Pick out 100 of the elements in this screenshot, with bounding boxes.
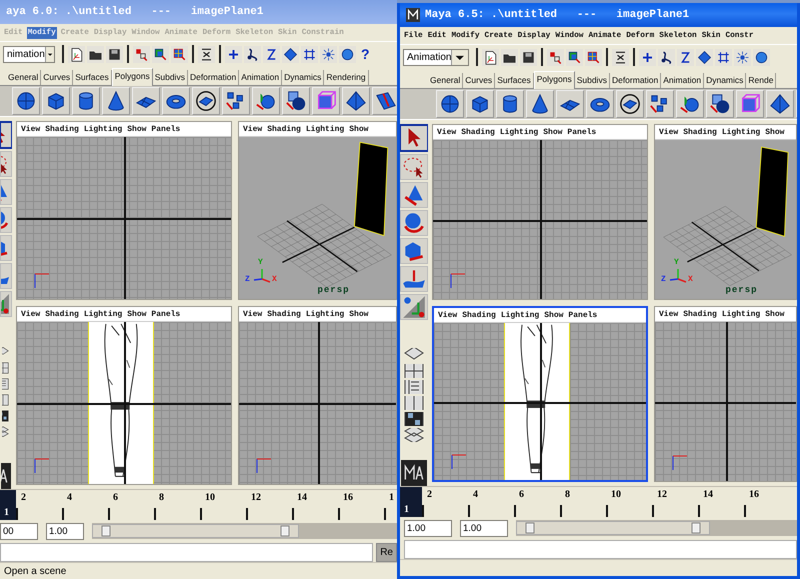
caret-icon[interactable]: [451, 50, 468, 64]
burst-icon[interactable]: [321, 46, 336, 62]
cube-sphere-arrow-icon[interactable]: [285, 90, 307, 112]
panel-menu[interactable]: Shading: [462, 310, 496, 320]
panel-menu[interactable]: Shading: [267, 124, 301, 134]
hierarchy-icon[interactable]: [548, 50, 563, 64]
panel-menu[interactable]: View: [438, 310, 458, 320]
viewport-panel[interactable]: View Shading Lighting Show: [238, 306, 397, 485]
panel-menu[interactable]: Lighting: [84, 310, 122, 318]
slider-handle-icon[interactable]: [690, 522, 701, 534]
panel-menu[interactable]: View: [243, 124, 262, 134]
cube-outline-icon[interactable]: [739, 93, 761, 115]
pyramid-icon[interactable]: [345, 90, 367, 112]
panel-menu[interactable]: Shading: [461, 128, 495, 136]
manipulator-icon[interactable]: [401, 295, 427, 319]
single-pane-layout-icon[interactable]: [402, 348, 426, 362]
panel-menu[interactable]: Shading: [45, 124, 79, 134]
panel-menu[interactable]: Shading: [267, 310, 301, 318]
two-pane-layout-icon[interactable]: [402, 396, 426, 410]
slider-handle-icon[interactable]: [525, 522, 535, 534]
viewport-panel[interactable]: View Shading Lighting Show Panels: [16, 306, 232, 485]
cube-outline-icon[interactable]: [315, 90, 337, 112]
panel-menu[interactable]: View: [659, 310, 678, 318]
viewport-panel[interactable]: View Shading Lighting Show: [654, 306, 797, 482]
current-frame-marker[interactable]: 1: [0, 490, 16, 520]
diamond-icon[interactable]: [283, 46, 298, 62]
cone-icon[interactable]: [529, 93, 551, 115]
panel-menu[interactable]: Show: [349, 310, 368, 318]
shelf-tab[interactable]: Polygons: [112, 68, 153, 86]
component-icon[interactable]: [586, 50, 601, 64]
range-field[interactable]: 1.00: [460, 520, 508, 536]
panel-menu[interactable]: Show: [765, 128, 784, 136]
panel-menu[interactable]: View: [437, 128, 456, 136]
panel-menu[interactable]: Show: [127, 124, 146, 134]
object-icon[interactable]: [567, 50, 582, 64]
grid-snap-icon[interactable]: [716, 50, 731, 64]
diamond-icon[interactable]: [697, 50, 712, 64]
slider-handle-icon[interactable]: [280, 525, 290, 537]
document-icon[interactable]: [483, 50, 498, 64]
help-button[interactable]: ?: [358, 46, 373, 62]
collapse-icon[interactable]: [613, 50, 628, 64]
panel-menu[interactable]: Shading: [45, 310, 79, 318]
manipulator-icon[interactable]: [1, 292, 11, 316]
range-field[interactable]: 1.00: [46, 522, 84, 540]
outliner-layout-icon[interactable]: [402, 380, 426, 394]
command-field[interactable]: [404, 540, 797, 558]
viewport-panel[interactable]: View Shading Lighting Show Y Z X persp: [238, 121, 397, 300]
grid-snap-icon[interactable]: [302, 46, 317, 62]
viewport-canvas[interactable]: Y Z X persp: [655, 140, 796, 299]
two-pane-layout-icon[interactable]: [2, 393, 10, 407]
cube-sphere-arrow-icon[interactable]: [709, 93, 731, 115]
curve-icon[interactable]: [245, 46, 260, 62]
panel-menu[interactable]: Show: [765, 310, 784, 318]
sphere-icon[interactable]: [340, 46, 355, 62]
mode-dropdown[interactable]: Animation: [403, 48, 469, 66]
command-field[interactable]: [0, 542, 374, 562]
mode-dropdown[interactable]: nimation: [3, 46, 55, 62]
burst-icon[interactable]: [735, 50, 750, 64]
panel-menu[interactable]: Shading: [683, 310, 717, 318]
range-field[interactable]: 00: [0, 522, 38, 540]
curve-icon[interactable]: [659, 50, 674, 64]
panel-menu[interactable]: Show: [349, 124, 368, 134]
panel-menu[interactable]: Lighting: [500, 128, 538, 136]
range-field[interactable]: 1.00: [404, 520, 452, 536]
viewport-panel[interactable]: View Shading Lighting Show Panels: [432, 124, 648, 300]
panel-menu[interactable]: View: [21, 310, 40, 318]
panel-menu[interactable]: Lighting: [84, 124, 122, 134]
floppy-icon[interactable]: [521, 50, 536, 64]
stacked-layout-icon[interactable]: [2, 425, 10, 439]
panel-menu[interactable]: Lighting: [722, 128, 760, 136]
panel-menu[interactable]: Panels: [151, 310, 180, 318]
pyramid-icon[interactable]: [769, 93, 791, 115]
command-button[interactable]: Re: [376, 542, 397, 562]
range-slider[interactable]: [516, 521, 710, 535]
panel-menu[interactable]: Lighting: [500, 310, 540, 320]
range-slider[interactable]: [92, 524, 300, 538]
panel-menu[interactable]: View: [659, 128, 678, 136]
panel-menu[interactable]: Panels: [151, 124, 180, 134]
viewport-panel[interactable]: View Shading Lighting Show Panels: [432, 306, 648, 482]
panel-menu[interactable]: Show: [544, 310, 564, 320]
panel-menu[interactable]: Lighting: [306, 310, 344, 318]
cone-icon[interactable]: [105, 90, 127, 112]
panel-menu[interactable]: Lighting: [722, 310, 760, 318]
viewport-panel[interactable]: View Shading Lighting Show Panels: [16, 121, 232, 300]
plane-arrow-icon[interactable]: [375, 90, 397, 112]
slider-handle-icon[interactable]: [101, 525, 111, 537]
panel-menu[interactable]: Panels: [567, 128, 596, 136]
shelf-tab[interactable]: Polygons: [534, 71, 575, 89]
stacked-layout-icon[interactable]: [402, 428, 426, 442]
panel-menu[interactable]: Lighting: [306, 124, 344, 134]
collapse-icon[interactable]: [199, 46, 214, 62]
panel-menu[interactable]: View: [21, 124, 40, 134]
circled-plane-icon[interactable]: [195, 90, 217, 112]
four-pane-layout-icon[interactable]: [402, 364, 426, 378]
circled-plane-icon[interactable]: [619, 93, 641, 115]
viewport-canvas[interactable]: Y Z X persp: [239, 137, 396, 299]
graph-layout-icon[interactable]: [402, 412, 426, 426]
caret-icon[interactable]: [44, 46, 54, 62]
floppy-icon[interactable]: [107, 46, 122, 62]
panel-menu[interactable]: Show: [127, 310, 146, 318]
